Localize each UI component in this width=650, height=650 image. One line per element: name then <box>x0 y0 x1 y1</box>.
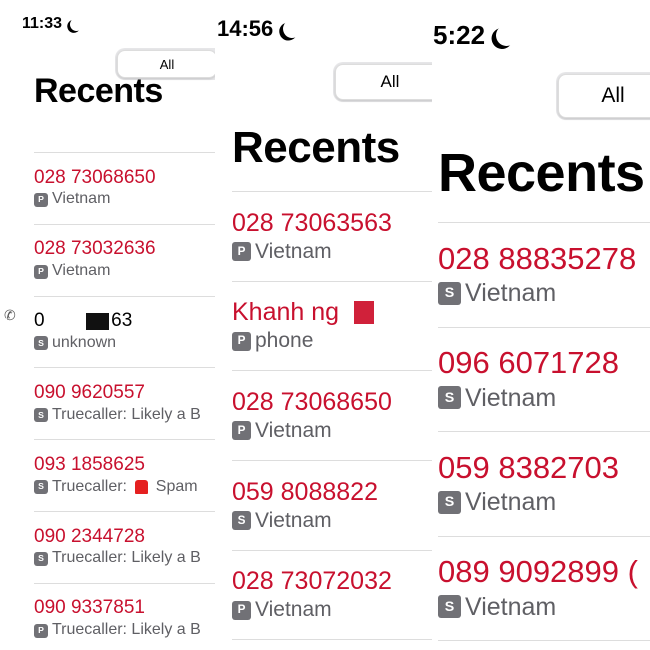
sim-badge: P <box>34 264 48 279</box>
call-row[interactable]: 090 9337851 P Truecaller: Likely a B <box>34 584 215 650</box>
caller-detail: S Truecaller: Spam <box>34 477 215 498</box>
phone-screenshot-2: 14:56 All Recents 028 73063563 P Vietnam … <box>215 0 432 650</box>
caller-number: 059 8382703 <box>438 449 620 485</box>
caller-detail: P Vietnam <box>34 189 215 210</box>
sim-badge: P <box>232 600 251 620</box>
call-row[interactable]: 028 73072032 P Vietnam <box>232 551 432 641</box>
phone-screenshot-1: 11:33 All M Recents 028 73068650 PVietna… <box>0 0 215 650</box>
moon-icon <box>68 16 84 32</box>
call-row[interactable]: 028 88835278 S Vietnam <box>438 223 650 328</box>
recents-list: 028 73068650 P Vietnam 028 73032636 P Viet… <box>4 152 215 650</box>
caller-detail: P Vietnam <box>34 261 215 282</box>
caller-number: 0 63 <box>34 310 133 332</box>
page-title: Recents <box>232 123 400 172</box>
caller-number: Khanh ng <box>232 297 432 327</box>
sim-badge: S <box>34 408 48 423</box>
caller-detail: S Truecaller: Likely a B <box>34 548 215 569</box>
status-bar-time: 5:22 <box>433 22 517 48</box>
sim-badge: P <box>232 331 251 351</box>
sim-badge: S <box>438 595 461 619</box>
moon-icon <box>493 22 520 49</box>
phone-screenshot-3: 5:22 All Recents 028 88835278 S Vietnam 0… <box>432 0 650 650</box>
caller-number: 028 73072032 <box>232 567 392 596</box>
caller-detail: P Vietnam <box>232 417 432 444</box>
page-title: Recents <box>34 72 163 110</box>
sim-badge: P <box>232 421 251 441</box>
sim-badge: S <box>34 551 48 566</box>
status-bar-time: 14:56 <box>217 18 300 40</box>
page-title: Recents <box>438 143 645 203</box>
sim-badge: S <box>34 479 48 494</box>
call-row[interactable]: 093 1858625 S Truecaller: Spam <box>34 440 215 512</box>
caller-number: 090 2344728 <box>34 525 145 547</box>
call-row[interactable]: Khanh ng Pphone <box>232 282 432 372</box>
call-row[interactable]: 059 8382703 S Vietnam <box>438 432 650 537</box>
caller-detail: Sunknown <box>34 333 215 354</box>
call-row[interactable]: 090 2344728 S Truecaller: Likely a B <box>34 512 215 584</box>
caller-number: 096 6071728 <box>438 345 620 381</box>
call-row[interactable]: 059 8088822 S Vietnam <box>232 461 432 551</box>
caller-number: 028 73032636 <box>34 238 156 260</box>
segment-all[interactable]: All <box>335 64 432 100</box>
call-row[interactable]: 089 9092899 ( S Vietnam <box>438 537 650 641</box>
filter-segmented-control[interactable]: All <box>556 72 650 120</box>
redaction-mark <box>354 301 375 324</box>
caller-number: 089 9092899 ( <box>438 554 638 590</box>
sim-badge: S <box>438 490 461 514</box>
filter-segmented-control[interactable]: All <box>333 62 432 102</box>
caller-number: 028 73068650 <box>34 166 156 188</box>
call-row[interactable]: ✆ 0 63 Sunknown <box>4 297 215 369</box>
status-bar-time: 11:33 <box>22 16 83 32</box>
caller-number: 028 88835278 <box>438 240 637 276</box>
sim-badge: P <box>34 623 48 638</box>
caller-detail: S Vietnam <box>438 277 650 310</box>
sim-badge: P <box>34 192 48 207</box>
caller-detail: P Truecaller: Likely a B <box>34 620 215 641</box>
call-row[interactable]: 090 9620557 S Truecaller: Likely a B <box>34 368 215 441</box>
sim-badge: S <box>438 281 461 305</box>
call-row[interactable]: 028 73068650 P Vietnam <box>232 371 432 462</box>
caller-detail: S Vietnam <box>438 591 650 624</box>
recents-list: 028 88835278 S Vietnam 096 6071728 S Vietn… <box>438 222 650 641</box>
call-row[interactable]: 028 73032636 P Vietnam <box>34 225 215 297</box>
caller-number: 059 8088822 <box>232 477 378 506</box>
caller-detail: P Vietnam <box>232 238 432 265</box>
caller-detail: S Truecaller: Likely a B <box>34 405 215 426</box>
redaction-mark <box>86 313 110 331</box>
segment-all[interactable]: All <box>558 74 650 118</box>
siren-icon <box>134 479 148 495</box>
caller-detail: S Vietnam <box>232 507 432 534</box>
caller-number: 028 73068650 <box>232 388 392 417</box>
caller-number: 090 9337851 <box>34 597 145 619</box>
moon-icon <box>280 18 303 41</box>
sim-badge: S <box>34 336 48 351</box>
sim-badge: S <box>438 386 461 410</box>
call-row[interactable]: 096 6071728 S Vietnam <box>438 328 650 432</box>
caller-detail: S Vietnam <box>438 382 650 415</box>
outgoing-call-icon: ✆ <box>4 306 16 323</box>
caller-detail: S Vietnam <box>438 486 650 519</box>
caller-detail: Pphone <box>232 327 432 354</box>
sim-badge: P <box>232 241 251 261</box>
caller-number: 093 1858625 <box>34 453 145 475</box>
recents-list: 028 73063563 P Vietnam Khanh ng Pphone 02… <box>232 191 432 641</box>
caller-detail: P Vietnam <box>232 596 432 623</box>
call-row[interactable]: 028 73068650 P Vietnam <box>34 153 215 225</box>
caller-number: 028 73063563 <box>232 208 392 237</box>
caller-number: 090 9620557 <box>34 381 145 403</box>
call-row[interactable]: 028 73063563 P Vietnam <box>232 192 432 282</box>
sim-badge: S <box>232 510 251 530</box>
